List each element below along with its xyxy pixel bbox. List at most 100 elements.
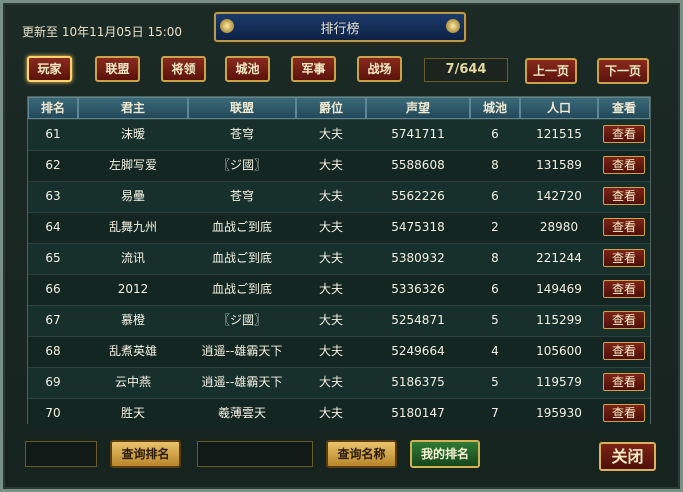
cell-cities: 4: [491, 344, 499, 358]
cell-lord: 左脚写爱: [108, 158, 157, 172]
cell-rank: 67: [45, 313, 61, 327]
cell-cities: 8: [491, 251, 499, 265]
view-button[interactable]: 查看: [603, 218, 645, 236]
cell-population: 28980: [539, 220, 579, 234]
next-page-button[interactable]: 下一页: [597, 58, 649, 84]
view-button[interactable]: 查看: [603, 280, 645, 298]
title-bar: 排行榜: [214, 12, 466, 42]
search-name-button[interactable]: 查询名称: [326, 440, 397, 468]
cell-alliance: 逍遥--雄霸天下: [201, 375, 283, 389]
cell-rank: 70: [45, 406, 61, 420]
page-indicator: 7/644: [424, 58, 508, 82]
cell-lord: 沫暧: [120, 127, 145, 141]
search-rank-button[interactable]: 查询排名: [110, 440, 181, 468]
cell-alliance: 〖ジ國〗: [217, 313, 266, 327]
cell-title: 大夫: [318, 127, 343, 141]
cell-population: 142720: [536, 189, 582, 203]
tab-generals[interactable]: 将领: [161, 56, 206, 82]
table-body: 61 沫暧 苍穹 大夫 5741711 6 121515 查看 62 左脚写爱 〖ジ國〗 大夫 5588…: [28, 119, 650, 429]
cell-alliance: 血战ご到底: [211, 282, 272, 296]
table-row: 63 易壘 苍穹 大夫 5562226 6 142720 查看: [28, 181, 650, 212]
cell-cities: 6: [491, 127, 499, 141]
view-button[interactable]: 查看: [603, 125, 645, 143]
prev-page-button[interactable]: 上一页: [525, 58, 577, 84]
cell-view: 查看: [598, 151, 650, 181]
cell-rank: 69: [45, 375, 61, 389]
view-button[interactable]: 查看: [603, 249, 645, 267]
cell-rank: 68: [45, 344, 61, 358]
cell-lord: 胜天: [120, 406, 145, 420]
cell-title: 大夫: [318, 313, 343, 327]
tab-alliances[interactable]: 联盟: [95, 56, 140, 82]
cell-population: 121515: [536, 127, 582, 141]
cell-prestige: 5475318: [391, 220, 445, 234]
my-rank-button[interactable]: 我的排名: [410, 440, 480, 468]
cell-view: 查看: [598, 213, 650, 243]
view-button[interactable]: 查看: [603, 156, 645, 174]
cell-cities: 7: [491, 406, 499, 420]
cell-alliance: 羲薄雲天: [217, 406, 266, 420]
cell-rank: 62: [45, 158, 61, 172]
view-button[interactable]: 查看: [603, 404, 645, 422]
column-header-title: 爵位: [296, 97, 366, 119]
view-button[interactable]: 查看: [603, 342, 645, 360]
cell-prestige: 5180147: [391, 406, 445, 420]
cell-population: 105600: [536, 344, 582, 358]
cell-cities: 5: [491, 375, 499, 389]
cell-lord: 流讯: [120, 251, 145, 265]
column-header-population: 人口: [520, 97, 598, 119]
cell-view: 查看: [598, 337, 650, 367]
tab-military[interactable]: 军事: [291, 56, 336, 82]
tab-players[interactable]: 玩家: [27, 56, 72, 82]
cell-population: 221244: [536, 251, 582, 265]
cell-title: 大夫: [318, 189, 343, 203]
column-header-lord: 君主: [78, 97, 188, 119]
table-header: 排名 君主 联盟 爵位 声望 城池 人口 查看: [28, 97, 650, 119]
table-row: 65 流讯 血战ご到底 大夫 5380932 8 221244 查看: [28, 243, 650, 274]
cell-alliance: 血战ご到底: [211, 251, 272, 265]
cell-title: 大夫: [318, 375, 343, 389]
table-row: 69 云中燕 逍遥--雄霸天下 大夫 5186375 5 119579 查看: [28, 367, 650, 398]
cell-rank: 64: [45, 220, 61, 234]
view-button[interactable]: 查看: [603, 187, 645, 205]
tab-battlefield[interactable]: 战场: [357, 56, 402, 82]
window-title: 排行榜: [320, 22, 360, 37]
cell-prestige: 5562226: [391, 189, 445, 203]
table-row: 64 乱舞九州 血战ご到底 大夫 5475318 2 28980 查看: [28, 212, 650, 243]
cell-rank: 66: [45, 282, 61, 296]
close-button[interactable]: 关闭: [599, 442, 656, 471]
cell-title: 大夫: [318, 158, 343, 172]
tab-cities[interactable]: 城池: [225, 56, 270, 82]
cell-view: 查看: [598, 275, 650, 305]
rank-search-input[interactable]: [25, 441, 97, 467]
column-header-prestige: 声望: [366, 97, 470, 119]
cell-population: 119579: [536, 375, 582, 389]
cell-prestige: 5249664: [391, 344, 445, 358]
cell-view: 查看: [598, 182, 650, 212]
cell-cities: 8: [491, 158, 499, 172]
cell-alliance: 苍穹: [229, 189, 254, 203]
column-header-alliance: 联盟: [188, 97, 296, 119]
cell-cities: 2: [491, 220, 499, 234]
cell-population: 131589: [536, 158, 582, 172]
view-button[interactable]: 查看: [603, 373, 645, 391]
cell-alliance: 〖ジ國〗: [217, 158, 266, 172]
table-row: 61 沫暧 苍穹 大夫 5741711 6 121515 查看: [28, 119, 650, 150]
cell-rank: 65: [45, 251, 61, 265]
column-header-cities: 城池: [470, 97, 520, 119]
table-row: 67 慕橙 〖ジ國〗 大夫 5254871 5 115299 查看: [28, 305, 650, 336]
cell-lord: 乱煮英雄: [108, 344, 157, 358]
cell-rank: 63: [45, 189, 61, 203]
cell-lord: 云中燕: [114, 375, 151, 389]
cell-prestige: 5254871: [391, 313, 445, 327]
name-search-input[interactable]: [197, 441, 313, 467]
cell-prestige: 5588608: [391, 158, 445, 172]
cell-rank: 61: [45, 127, 61, 141]
cell-lord: 易壘: [120, 189, 145, 203]
cell-population: 149469: [536, 282, 582, 296]
cell-cities: 6: [491, 189, 499, 203]
view-button[interactable]: 查看: [603, 311, 645, 329]
cell-title: 大夫: [318, 344, 343, 358]
table-row: 68 乱煮英雄 逍遥--雄霸天下 大夫 5249664 4 105600 查看: [28, 336, 650, 367]
cell-cities: 5: [491, 313, 499, 327]
